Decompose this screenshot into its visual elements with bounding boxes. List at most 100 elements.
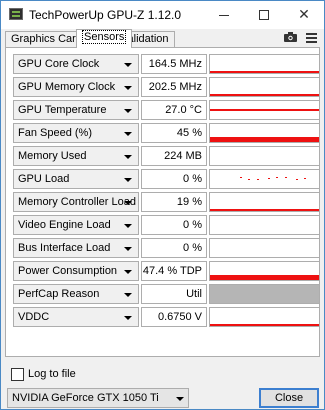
sensor-name-label: Video Engine Load: [18, 219, 111, 231]
chevron-down-icon: [124, 293, 132, 297]
sensor-value-field: 164.5 MHz: [141, 54, 207, 74]
sensor-name-dropdown[interactable]: GPU Core Clock: [13, 54, 139, 74]
sensor-row: GPU Core Clock 164.5 MHz: [13, 54, 320, 74]
sensor-name-dropdown[interactable]: GPU Load: [13, 169, 139, 189]
title-bar[interactable]: TechPowerUp GPU-Z 1.12.0 ✕: [1, 1, 324, 29]
sensor-value-text: 45 %: [176, 127, 202, 139]
graph-point: [296, 179, 298, 180]
sensor-graph: [209, 146, 320, 166]
sensor-graph: [209, 169, 320, 189]
maximize-button[interactable]: [244, 1, 284, 29]
graph-fill: [210, 137, 319, 142]
log-to-file-checkbox[interactable]: [11, 368, 24, 381]
sensor-row: Fan Speed (%) 45 %: [13, 123, 320, 143]
chevron-down-icon: [176, 397, 184, 401]
sensor-name-dropdown[interactable]: Memory Used: [13, 146, 139, 166]
chevron-down-icon: [124, 270, 132, 274]
sensor-value-field: 47.4 % TDP: [141, 261, 207, 281]
gpu-select-value: NVIDIA GeForce GTX 1050 Ti: [12, 392, 159, 404]
sensor-value-field: 0 %: [141, 169, 207, 189]
chevron-down-icon: [124, 63, 132, 67]
sensor-value-text: 224 MB: [164, 150, 202, 162]
graph-point: [285, 177, 287, 178]
sensor-graph: [209, 100, 320, 120]
close-window-button[interactable]: ✕: [284, 1, 324, 29]
sensor-name-dropdown[interactable]: Bus Interface Load: [13, 238, 139, 258]
sensor-graph: [209, 215, 320, 235]
graph-fill: [210, 94, 319, 96]
sensor-row: GPU Load 0 %: [13, 169, 320, 189]
graph-fill: [210, 324, 319, 326]
graph-fill: [210, 109, 319, 111]
log-to-file-label: Log to file: [28, 368, 76, 380]
sensor-name-label: GPU Memory Clock: [18, 81, 116, 93]
sensor-name-dropdown[interactable]: Fan Speed (%): [13, 123, 139, 143]
close-icon: ✕: [298, 6, 310, 22]
chevron-down-icon: [124, 201, 132, 205]
minimize-icon: [219, 14, 229, 16]
sensor-value-text: 0 %: [183, 173, 202, 185]
sensor-row: Video Engine Load 0 %: [13, 215, 320, 235]
tab-sensors[interactable]: Sensors: [76, 29, 133, 48]
chevron-down-icon: [124, 86, 132, 90]
graph-inactive-fill: [210, 285, 319, 303]
graph-point: [268, 178, 270, 179]
sensor-value-field: 27.0 °C: [141, 100, 207, 120]
sensor-graph: [209, 77, 320, 97]
sensor-row: GPU Memory Clock 202.5 MHz: [13, 77, 320, 97]
sensor-name-label: Bus Interface Load: [18, 242, 111, 254]
sensor-graph: [209, 284, 320, 304]
sensor-name-dropdown[interactable]: GPU Memory Clock: [13, 77, 139, 97]
sensor-name-dropdown[interactable]: Power Consumption: [13, 261, 139, 281]
sensor-name-label: GPU Temperature: [18, 104, 107, 116]
gpu-select-dropdown[interactable]: NVIDIA GeForce GTX 1050 Ti: [7, 388, 189, 408]
sensor-name-label: Fan Speed (%): [18, 127, 92, 139]
sensor-name-label: Memory Used: [18, 150, 87, 162]
camera-icon[interactable]: [284, 32, 297, 42]
sensor-value-text: 19 %: [176, 196, 202, 208]
sensor-name-dropdown[interactable]: GPU Temperature: [13, 100, 139, 120]
graph-fill: [210, 209, 319, 211]
minimize-button[interactable]: [204, 1, 244, 29]
sensor-value-field: 202.5 MHz: [141, 77, 207, 97]
tab-label: Graphics Card: [11, 33, 82, 45]
sensor-graph: [209, 192, 320, 212]
sensor-value-field: 19 %: [141, 192, 207, 212]
sensor-value-field: 45 %: [141, 123, 207, 143]
sensor-name-dropdown[interactable]: VDDC: [13, 307, 139, 327]
sensor-row: VDDC 0.6750 V: [13, 307, 320, 327]
sensor-name-dropdown[interactable]: Memory Controller Load: [13, 192, 139, 212]
graph-point: [304, 178, 306, 179]
graph-sparse-points: [240, 177, 306, 180]
sensor-value-field: 0.6750 V: [141, 307, 207, 327]
gpuz-app-icon: [9, 8, 23, 20]
sensor-row: Memory Used 224 MB: [13, 146, 320, 166]
chevron-down-icon: [124, 155, 132, 159]
sensor-name-label: Memory Controller Load: [18, 196, 136, 208]
sensor-name-label: PerfCap Reason: [18, 288, 100, 300]
chevron-down-icon: [124, 316, 132, 320]
sensor-value-text: 0.6750 V: [157, 311, 202, 323]
chevron-down-icon: [124, 224, 132, 228]
graph-fill: [210, 71, 319, 73]
chevron-down-icon: [124, 132, 132, 136]
sensor-value-text: 0 %: [183, 219, 202, 231]
sensor-value-text: 47.4 % TDP: [142, 265, 202, 277]
sensor-value-field: 224 MB: [141, 146, 207, 166]
sensor-value-field: Util: [141, 284, 207, 304]
chevron-down-icon: [124, 247, 132, 251]
sensor-row: Memory Controller Load 19 %: [13, 192, 320, 212]
chevron-down-icon: [124, 178, 132, 182]
sensor-name-dropdown[interactable]: PerfCap Reason: [13, 284, 139, 304]
close-button[interactable]: Close: [259, 388, 319, 408]
hamburger-menu-icon[interactable]: [306, 33, 317, 43]
sensor-name-dropdown[interactable]: Video Engine Load: [13, 215, 139, 235]
sensor-value-text: Util: [186, 288, 202, 300]
gpuz-window: TechPowerUp GPU-Z 1.12.0 ✕ Graphics Card…: [0, 0, 325, 410]
graph-point: [240, 177, 242, 178]
sensor-value-text: 202.5 MHz: [148, 81, 202, 93]
sensor-row: Power Consumption 47.4 % TDP: [13, 261, 320, 281]
sensor-graph: [209, 307, 320, 327]
graph-point: [248, 179, 250, 180]
window-title: TechPowerUp GPU-Z 1.12.0: [29, 8, 182, 22]
